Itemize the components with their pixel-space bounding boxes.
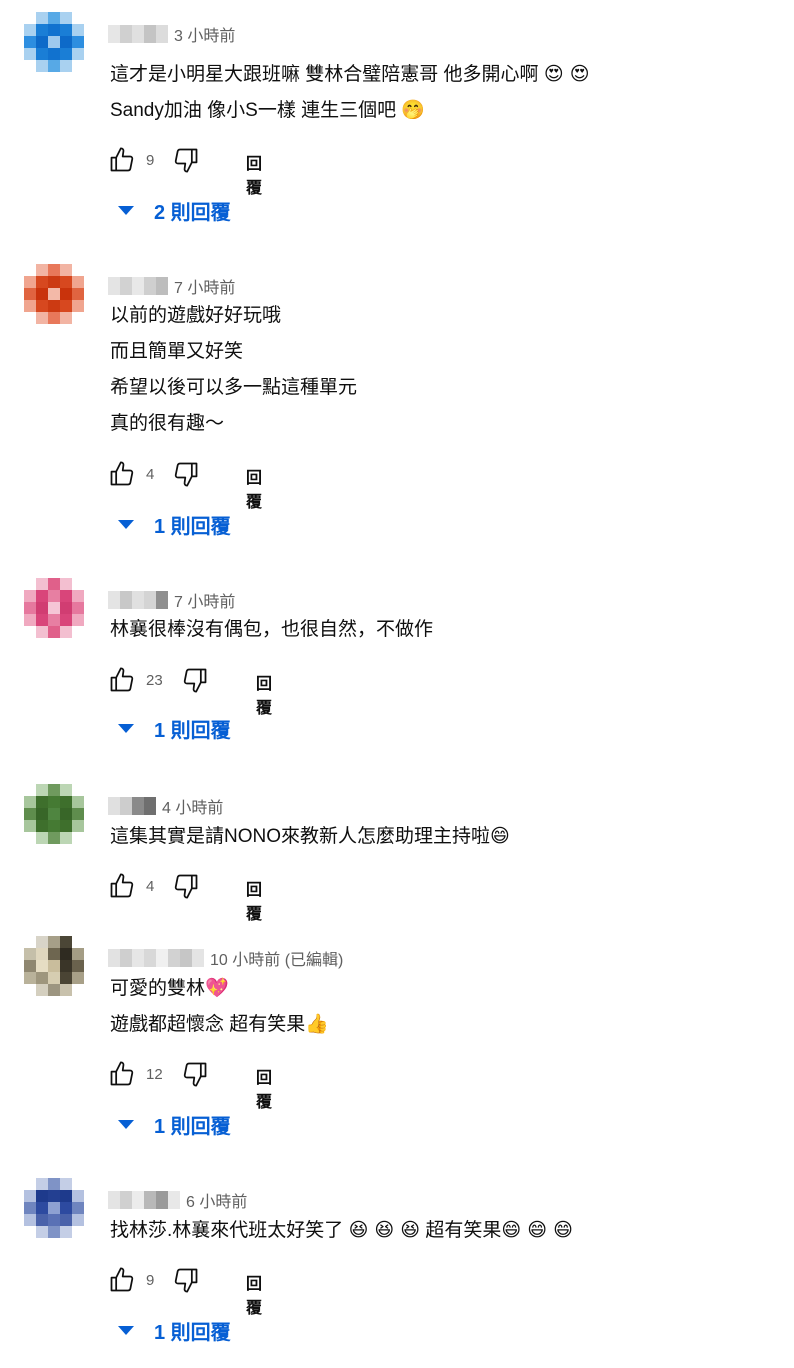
comment-actions: 12 回覆 [108, 1058, 272, 1111]
thumbs-up-icon [110, 461, 134, 486]
comment-header: 4 小時前 [108, 794, 223, 818]
like-button[interactable] [108, 1266, 136, 1294]
like-count: 4 [146, 465, 155, 483]
author-name-redacted[interactable] [108, 591, 168, 609]
like-button[interactable] [108, 460, 136, 488]
caret-down-icon [118, 1325, 134, 1335]
comment-text-line: 找林莎.林襄來代班太好笑了 😆 😆 😆 超有笑果😄 😄 😄 [110, 1219, 573, 1241]
comment-actions: 4 回覆 [108, 458, 262, 511]
avatar[interactable] [24, 1178, 84, 1238]
comment-time[interactable]: 10 小時前 (已編輯) [210, 946, 343, 970]
thumbs-down-icon [175, 462, 198, 487]
comment-text-line: 可愛的雙林💖 [110, 977, 229, 999]
comment-text-line: 真的很有趣～ [110, 413, 225, 434]
emoji: 😆 😆 😆 [348, 1219, 421, 1241]
avatar[interactable] [24, 784, 84, 844]
comment-actions: 9 回覆 [108, 144, 262, 197]
like-button[interactable] [108, 1060, 136, 1088]
like-count: 4 [146, 877, 155, 895]
thumbs-up-icon [110, 667, 134, 692]
comment-header: 3 小時前 [108, 22, 235, 46]
comment-header: 6 小時前 [108, 1188, 247, 1212]
dislike-button[interactable] [172, 1266, 200, 1294]
comment-text-line: 這才是小明星大跟班嘛 雙林合璧陪憲哥 他多開心啊 😍 😍 [110, 63, 590, 85]
comment-text-line: 遊戲都超懷念 超有笑果👍 [110, 1013, 329, 1035]
comment-time[interactable]: 3 小時前 [174, 22, 235, 46]
comment-actions: 4 回覆 [108, 870, 262, 923]
caret-down-icon [118, 723, 134, 733]
emoji: 👍 [305, 1013, 329, 1035]
thumbs-down-icon [183, 1062, 207, 1087]
comment-time[interactable]: 4 小時前 [162, 794, 223, 818]
reply-button[interactable]: 回覆 [256, 670, 272, 718]
view-replies-button[interactable]: 1 則回覆 [118, 1108, 231, 1140]
like-count: 9 [146, 151, 155, 169]
comment-header: 10 小時前 (已編輯) [108, 946, 343, 970]
like-button[interactable] [108, 666, 136, 694]
author-name-redacted[interactable] [108, 277, 168, 295]
avatar[interactable] [24, 12, 84, 72]
comment-text-line: 希望以後可以多一點這種單元 [110, 377, 358, 398]
replies-label: 1 則回覆 [154, 1115, 231, 1138]
dislike-button[interactable] [172, 146, 200, 174]
view-replies-button[interactable]: 1 則回覆 [118, 1314, 231, 1346]
avatar[interactable] [24, 578, 84, 638]
emoji: 💖 [205, 977, 229, 999]
emoji: 😄 😄 😄 [501, 1219, 573, 1241]
thumbs-up-icon [110, 1061, 134, 1086]
author-name-redacted[interactable] [108, 25, 168, 43]
thumbs-down-icon [175, 148, 198, 173]
dislike-button[interactable] [172, 460, 200, 488]
thumbs-down-icon [175, 874, 198, 899]
replies-label: 1 則回覆 [154, 719, 231, 742]
thumbs-up-icon [110, 1267, 134, 1292]
comment-text-line: Sandy加油 像小S一樣 連生三個吧 🤭 [110, 99, 426, 121]
avatar[interactable] [24, 264, 84, 324]
like-button[interactable] [108, 872, 136, 900]
replies-label: 1 則回覆 [154, 515, 231, 538]
comment-actions: 9 回覆 [108, 1264, 262, 1317]
reply-button[interactable]: 回覆 [246, 464, 262, 512]
view-replies-button[interactable]: 2 則回覆 [118, 194, 231, 226]
dislike-button[interactable] [172, 872, 200, 900]
replies-label: 2 則回覆 [154, 201, 231, 224]
view-replies-button[interactable]: 1 則回覆 [118, 508, 231, 540]
reply-button[interactable]: 回覆 [256, 1064, 272, 1112]
emoji: 😄 [490, 825, 510, 847]
author-name-redacted[interactable] [108, 797, 156, 815]
comment-header: 7 小時前 [108, 588, 235, 612]
thumbs-up-icon [110, 147, 134, 172]
comment-text-line: 這集其實是請NONO來教新人怎麼助理主持啦😄 [110, 825, 510, 847]
author-name-redacted[interactable] [108, 949, 204, 967]
like-button[interactable] [108, 146, 136, 174]
comment-time[interactable]: 7 小時前 [174, 588, 235, 612]
dislike-button[interactable] [181, 666, 209, 694]
emoji: 😍 😍 [543, 63, 590, 85]
like-count: 12 [146, 1065, 163, 1083]
comment-time[interactable]: 6 小時前 [186, 1188, 247, 1212]
comment-time[interactable]: 7 小時前 [174, 274, 235, 298]
thumbs-down-icon [183, 668, 207, 693]
caret-down-icon [118, 205, 134, 215]
thumbs-down-icon [175, 1268, 198, 1293]
comment-text-line: 林襄很棒沒有偶包，也很自然，不做作 [110, 619, 434, 640]
thumbs-up-icon [110, 873, 134, 898]
comment-text-line: 以前的遊戲好好玩哦 [110, 305, 282, 326]
replies-label: 1 則回覆 [154, 1321, 231, 1344]
comment-actions: 23 回覆 [108, 664, 272, 717]
dislike-button[interactable] [181, 1060, 209, 1088]
reply-button[interactable]: 回覆 [246, 1270, 262, 1318]
view-replies-button[interactable]: 1 則回覆 [118, 712, 231, 744]
emoji: 🤭 [401, 99, 426, 121]
like-count: 9 [146, 1271, 155, 1289]
reply-button[interactable]: 回覆 [246, 150, 262, 198]
comment-header: 7 小時前 [108, 274, 235, 298]
avatar[interactable] [24, 936, 84, 996]
caret-down-icon [118, 519, 134, 529]
author-name-redacted[interactable] [108, 1191, 180, 1209]
comment-text-line: 而且簡單又好笑 [110, 341, 244, 362]
like-count: 23 [146, 671, 163, 689]
reply-button[interactable]: 回覆 [246, 876, 262, 924]
caret-down-icon [118, 1119, 134, 1129]
